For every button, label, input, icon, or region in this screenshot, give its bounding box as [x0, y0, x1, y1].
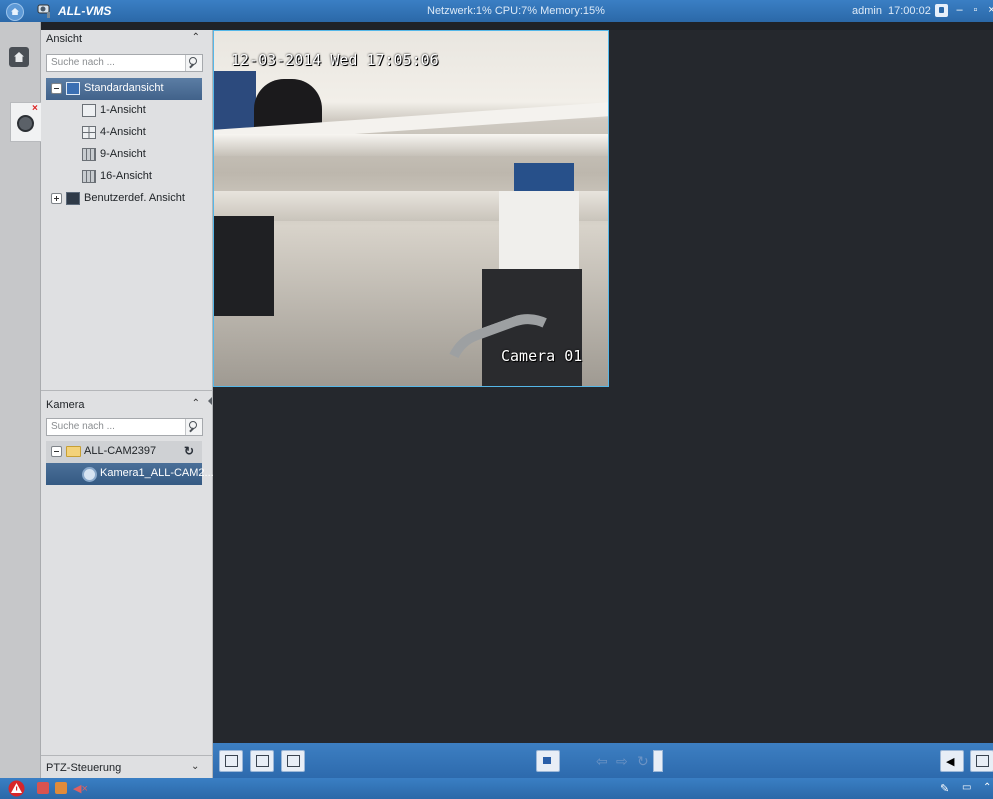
next-arrow-icon[interactable]: ⇨	[616, 753, 628, 770]
kamera-header[interactable]: Kamera ⌃	[41, 396, 212, 414]
single-view-icon	[82, 104, 96, 117]
video-toolbar: ⇦ ⇨ ↻ ◀	[213, 743, 993, 778]
video-window-4[interactable]	[609, 387, 993, 744]
app-logo-icon	[37, 4, 50, 18]
ansicht-search-input[interactable]: Suche nach ...	[46, 54, 203, 72]
tree-item-1-ansicht[interactable]: 1-Ansicht	[46, 100, 202, 122]
volume-button[interactable]: ◀	[940, 750, 964, 772]
folder-icon	[66, 446, 81, 457]
expand-up-icon[interactable]: ⌃	[983, 782, 993, 794]
home-icon[interactable]	[6, 3, 24, 21]
close-icon[interactable]: ×	[985, 4, 993, 17]
fullscreen-icon	[976, 755, 989, 767]
camera-icon	[82, 467, 97, 482]
video-grid: 12-03-2014 Wed 17:05:06 Camera 01	[213, 30, 993, 744]
search-icon[interactable]	[185, 55, 202, 71]
video-window-2[interactable]	[609, 30, 993, 388]
pin-icon[interactable]: ✎	[940, 782, 952, 795]
save-view-icon	[256, 755, 269, 767]
auto-switch-dropdown[interactable]	[653, 750, 663, 772]
close-tab-icon[interactable]: ×	[32, 103, 38, 114]
camera-icon	[17, 115, 34, 132]
collapse-tree-icon[interactable]	[51, 83, 62, 94]
tree-item-16-ansicht[interactable]: 16-Ansicht	[46, 166, 202, 188]
collapse-up-icon[interactable]: ⌃	[192, 398, 200, 409]
module-strip: ×	[0, 22, 41, 778]
video-loss-icon[interactable]	[55, 782, 67, 794]
window-layout-button[interactable]	[219, 750, 243, 772]
tree-item-standardansicht[interactable]: Standardansicht	[46, 78, 202, 100]
ptz-panel-header[interactable]: PTZ-Steuerung ⌄	[41, 755, 212, 779]
previous-arrow-icon[interactable]: ⇦	[596, 753, 608, 770]
video-window-1[interactable]: 12-03-2014 Wed 17:05:06 Camera 01	[213, 30, 609, 387]
live-video-feed	[214, 31, 608, 386]
tree-item-device[interactable]: ALL-CAM2397 ↻	[46, 441, 202, 463]
collapse-up-icon[interactable]: ⌃	[192, 32, 200, 43]
tree-item-camera[interactable]: Kamera1_ALL-CAM2...	[46, 463, 214, 485]
app-name: ALL-VMS	[58, 4, 112, 18]
control-panel-icon[interactable]	[9, 47, 29, 67]
current-user[interactable]: admin	[852, 5, 882, 17]
kamera-title: Kamera	[46, 399, 85, 411]
minimize-icon[interactable]: ‒	[953, 4, 966, 17]
nine-view-icon	[82, 148, 96, 161]
save-as-view-button[interactable]	[281, 750, 305, 772]
window-icon[interactable]: ▭	[962, 782, 974, 794]
expand-down-icon[interactable]: ⌄	[191, 761, 199, 772]
tree-item-benutzerdef-ansicht[interactable]: Benutzerdef. Ansicht	[46, 188, 202, 210]
tree-item-4-ansicht[interactable]: 4-Ansicht	[46, 122, 202, 144]
grid-layout-icon	[225, 755, 238, 767]
ptz-title: PTZ-Steuerung	[46, 762, 122, 774]
restore-icon[interactable]: ▫	[969, 4, 982, 17]
lock-icon[interactable]	[935, 4, 948, 17]
view-group-icon	[66, 82, 80, 95]
collapse-tree-icon[interactable]	[51, 446, 62, 457]
kamera-search-input[interactable]: Suche nach ...	[46, 418, 203, 436]
save-as-view-icon	[287, 755, 300, 767]
section-divider	[41, 390, 212, 391]
search-icon[interactable]	[185, 419, 202, 435]
custom-view-icon	[66, 192, 80, 205]
video-camera-label: Camera 01	[501, 347, 583, 365]
alarm-icon[interactable]	[8, 780, 25, 797]
video-timestamp: 12-03-2014 Wed 17:05:06	[231, 51, 439, 69]
stop-all-button[interactable]	[536, 750, 560, 772]
left-panel: Ansicht ⌃ Suche nach ... Standardansicht…	[41, 30, 214, 778]
ansicht-title: Ansicht	[46, 33, 83, 45]
main-view-tab[interactable]: ×	[10, 102, 41, 142]
status-bar: ◀× ✎ ▭ ⌃	[0, 778, 993, 799]
auto-switch-icon[interactable]: ↻	[637, 753, 649, 770]
fullscreen-button[interactable]	[970, 750, 993, 772]
four-view-icon	[82, 126, 96, 139]
title-bar: ALL-VMS Netzwerk:1% CPU:7% Memory:15% ad…	[0, 0, 993, 22]
ansicht-header[interactable]: Ansicht ⌃	[41, 30, 212, 48]
video-window-3[interactable]	[213, 387, 610, 744]
system-stats: Netzwerk:1% CPU:7% Memory:15%	[427, 5, 605, 17]
stop-icon	[543, 757, 551, 764]
sixteen-view-icon	[82, 170, 96, 183]
event-icon[interactable]	[37, 782, 49, 794]
sound-off-icon[interactable]: ◀×	[73, 782, 88, 795]
refresh-icon[interactable]: ↻	[184, 444, 194, 458]
expand-tree-icon[interactable]	[51, 193, 62, 204]
save-view-button[interactable]	[250, 750, 274, 772]
tree-item-9-ansicht[interactable]: 9-Ansicht	[46, 144, 202, 166]
collapse-panel-icon[interactable]	[208, 397, 212, 405]
speaker-icon: ◀	[946, 756, 955, 768]
clock: 17:00:02	[888, 5, 931, 17]
